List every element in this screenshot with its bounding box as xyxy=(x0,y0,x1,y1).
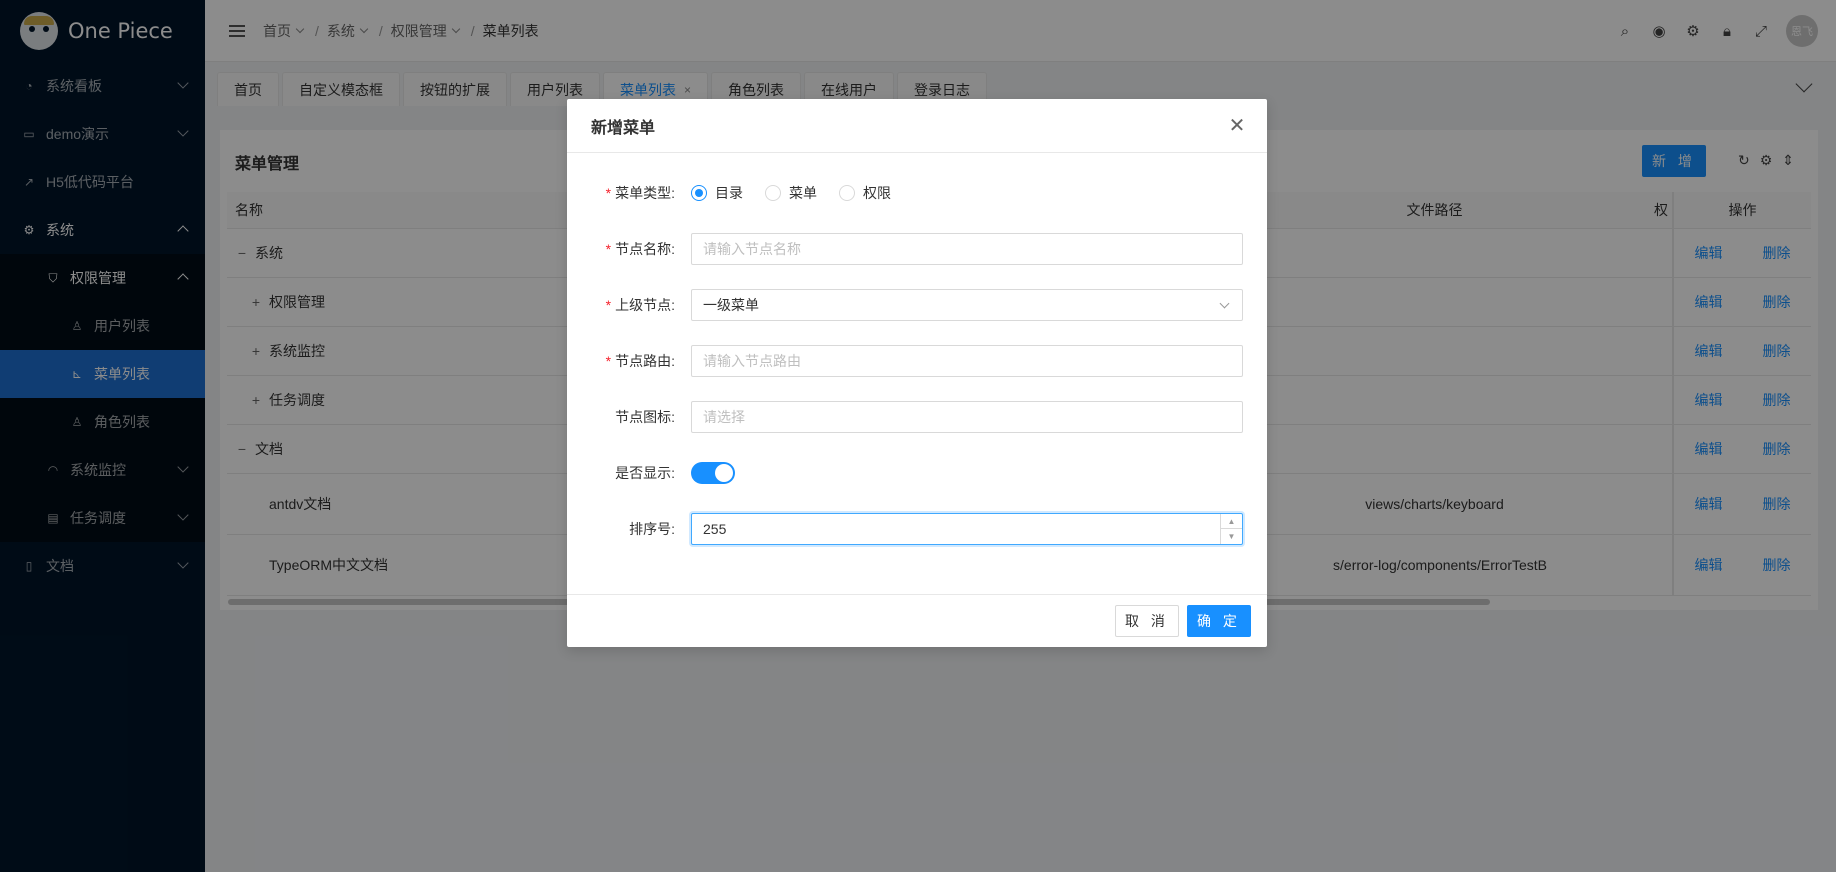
modal-title: 新增菜单 xyxy=(567,99,1267,153)
node-name-input[interactable]: 请输入节点名称 xyxy=(691,233,1243,265)
show-toggle[interactable] xyxy=(691,462,735,484)
radio-menu[interactable]: 菜单 xyxy=(765,183,817,203)
form-row-node-name: * 节点名称: 请输入节点名称 xyxy=(567,233,1267,265)
close-icon[interactable]: ✕ xyxy=(1227,115,1247,137)
radio-checked-icon[interactable] xyxy=(691,185,707,201)
cancel-button[interactable]: 取 消 xyxy=(1115,605,1179,637)
form-row-show: 是否显示: xyxy=(567,457,1267,489)
form-row-menu-type: * 菜单类型: 目录 菜单 权限 xyxy=(605,183,891,203)
modal-footer: 取 消 确 定 xyxy=(567,594,1267,647)
radio-unchecked-icon[interactable] xyxy=(765,185,781,201)
menu-type-radio-group: 目录 菜单 权限 xyxy=(691,183,891,203)
node-icon-select[interactable]: 请选择 xyxy=(691,401,1243,433)
radio-unchecked-icon[interactable] xyxy=(839,185,855,201)
form-row-node-route: * 节点路由: 请输入节点路由 xyxy=(567,345,1267,377)
sort-number-input[interactable]: 255 ▲ ▼ xyxy=(691,513,1243,545)
stepper-up-icon[interactable]: ▲ xyxy=(1221,514,1242,529)
parent-node-select[interactable]: 一级菜单 xyxy=(691,289,1243,321)
number-stepper: ▲ ▼ xyxy=(1220,514,1242,544)
add-menu-modal: 新增菜单 ✕ * 菜单类型: 目录 菜单 权限 * 节点名称: 请输入节点名称 * 上… xyxy=(567,99,1267,647)
chevron-down-icon xyxy=(1219,298,1230,309)
form-row-sort: 排序号: 255 ▲ ▼ xyxy=(567,513,1267,545)
node-route-input[interactable]: 请输入节点路由 xyxy=(691,345,1243,377)
stepper-down-icon[interactable]: ▼ xyxy=(1221,529,1242,544)
radio-directory[interactable]: 目录 xyxy=(691,183,743,203)
form-row-node-icon: 节点图标: 请选择 xyxy=(567,401,1267,433)
form-row-parent-node: * 上级节点: 一级菜单 xyxy=(567,289,1267,321)
confirm-button[interactable]: 确 定 xyxy=(1187,605,1251,637)
radio-permission[interactable]: 权限 xyxy=(839,183,891,203)
